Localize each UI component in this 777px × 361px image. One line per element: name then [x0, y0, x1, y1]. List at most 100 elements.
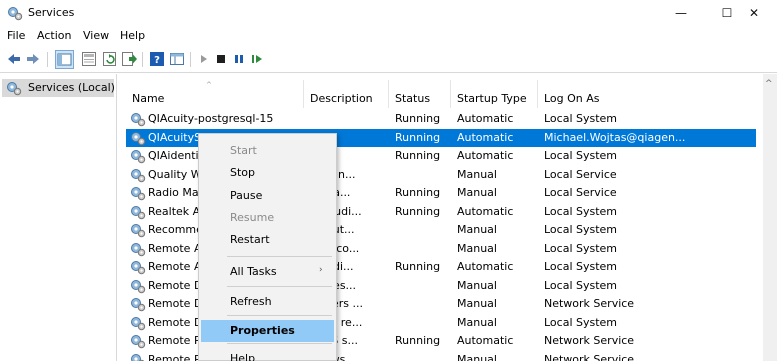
tree-item-label: Services (Local) — [28, 81, 115, 94]
menu-bar: File Action View Help — [0, 26, 777, 46]
cell-startup: Manual — [457, 278, 497, 292]
refresh-icon[interactable] — [102, 51, 118, 67]
context-menu-item-pause[interactable]: Pause — [201, 185, 334, 207]
toolbar-separator — [142, 52, 143, 67]
context-menu-item-properties[interactable]: Properties — [201, 320, 334, 342]
cell-name: Remote P — [148, 352, 201, 361]
svg-text:?: ? — [154, 55, 160, 66]
service-gear-icon — [131, 242, 146, 256]
start-service-icon[interactable] — [196, 51, 212, 67]
stop-service-icon[interactable] — [213, 51, 229, 67]
cell-startup: Automatic — [457, 260, 514, 273]
cell-logon: Network Service — [544, 334, 635, 347]
context-menu-item-label: Properties — [230, 324, 295, 337]
cell-name: Recomme — [148, 223, 203, 236]
context-menu-item-stop[interactable]: Stop — [201, 162, 334, 184]
cell-logon: Local System — [544, 260, 618, 273]
close-button[interactable]: ✕ — [731, 0, 777, 26]
menu-file[interactable]: File — [7, 29, 25, 42]
context-menu-item-resume: Resume — [201, 207, 334, 229]
cell-startup: Automatic — [457, 204, 514, 218]
context-menu-item-label: Stop — [230, 166, 256, 179]
service-gear-icon — [131, 279, 146, 293]
toolbar-separator — [190, 52, 191, 67]
restart-service-icon[interactable] — [249, 51, 265, 67]
service-gear-icon — [131, 150, 146, 164]
cell-startup: Automatic — [457, 112, 514, 125]
cell-logon: Local System — [544, 315, 618, 329]
context-menu: Start Stop Pause Resume Restart All Tasks › Ref… — [198, 133, 337, 361]
column-startup-type[interactable]: Startup Type — [451, 80, 538, 108]
export-list-icon[interactable] — [121, 51, 137, 67]
service-gear-icon — [131, 168, 146, 182]
menu-help[interactable]: Help — [120, 29, 145, 42]
services-gear-icon — [8, 7, 23, 21]
context-menu-item-label: Resume — [230, 211, 275, 224]
help-icon[interactable]: ? — [149, 51, 165, 67]
column-status[interactable]: Status — [389, 80, 451, 108]
service-gear-icon — [131, 316, 146, 330]
console-tree: Services (Local) — [0, 74, 117, 361]
service-gear-icon — [131, 224, 146, 238]
show-hide-action-pane-icon[interactable] — [169, 51, 185, 67]
cell-name: Remote D — [148, 315, 203, 329]
cell-name: Quality W — [148, 167, 202, 181]
context-menu-item-label: Help — [230, 352, 256, 361]
service-gear-icon — [131, 131, 146, 145]
cell-logon: Local System — [544, 149, 618, 162]
cell-name: QIAidenti — [148, 149, 199, 162]
table-row[interactable]: QIAcuity-postgresql-15 Running Automatic Lo… — [126, 110, 756, 128]
context-menu-item-start: Start — [201, 140, 334, 162]
cell-name: Remote P — [148, 334, 201, 347]
cell-name: Remote D — [148, 278, 203, 292]
cell-name: Remote D — [148, 297, 203, 310]
properties-sheet-icon[interactable] — [81, 51, 97, 67]
context-menu-item-restart[interactable]: Restart — [201, 229, 334, 251]
context-menu-item-label: Restart — [230, 233, 270, 246]
context-menu-item-all-tasks[interactable]: All Tasks › — [201, 261, 334, 283]
cell-startup: Manual — [457, 315, 497, 329]
sort-ascending-icon: ^ — [206, 81, 212, 89]
show-console-tree-icon[interactable] — [55, 50, 74, 69]
minimize-button[interactable]: — — [658, 0, 704, 26]
column-description[interactable]: Description — [304, 80, 389, 108]
cell-logon: Local System — [544, 278, 618, 292]
scroll-up-icon[interactable]: ^ — [765, 79, 773, 89]
column-header: ^ Name Description Status Startup Type L… — [126, 80, 756, 108]
service-gear-icon — [131, 298, 146, 312]
service-gear-icon — [131, 335, 146, 349]
context-menu-item-label: Start — [230, 144, 257, 157]
menu-separator — [227, 286, 332, 287]
service-gear-icon — [131, 261, 146, 275]
cell-logon: Network Service — [544, 297, 635, 310]
cell-startup: Manual — [457, 186, 497, 199]
column-log-on-as[interactable]: Log On As — [538, 80, 756, 108]
context-menu-item-help[interactable]: Help — [201, 348, 334, 361]
vertical-scrollbar[interactable]: ^ — [763, 74, 777, 361]
menu-separator — [227, 256, 332, 257]
toolbar-separator — [47, 52, 48, 67]
cell-startup: Manual — [457, 241, 497, 255]
service-gear-icon — [131, 113, 146, 127]
menu-action[interactable]: Action — [37, 29, 71, 42]
cell-status: Running — [395, 112, 441, 125]
cell-name: Remote A — [148, 241, 202, 255]
context-menu-item-refresh[interactable]: Refresh — [201, 291, 334, 313]
cell-name: Radio Ma — [148, 186, 199, 199]
back-arrow-icon[interactable] — [6, 51, 22, 67]
forward-arrow-icon[interactable] — [25, 51, 41, 67]
context-menu-item-label: Refresh — [230, 295, 272, 308]
cell-startup: Manual — [457, 352, 497, 361]
cell-logon: Michael.Wojtas@qiagen... — [544, 130, 686, 144]
column-name[interactable]: ^ Name — [126, 80, 304, 108]
menu-view[interactable]: View — [83, 29, 109, 42]
tree-item-services-local[interactable]: Services (Local) — [2, 79, 115, 97]
cell-logon: Local Service — [544, 186, 617, 199]
cell-logon: Network Service — [544, 352, 635, 361]
cell-name: Remote A — [148, 260, 202, 273]
cell-startup: Manual — [457, 223, 497, 236]
cell-status: Running — [395, 204, 441, 218]
cell-startup: Automatic — [457, 334, 514, 347]
cell-status: Running — [395, 186, 441, 199]
pause-service-icon[interactable] — [231, 51, 247, 67]
